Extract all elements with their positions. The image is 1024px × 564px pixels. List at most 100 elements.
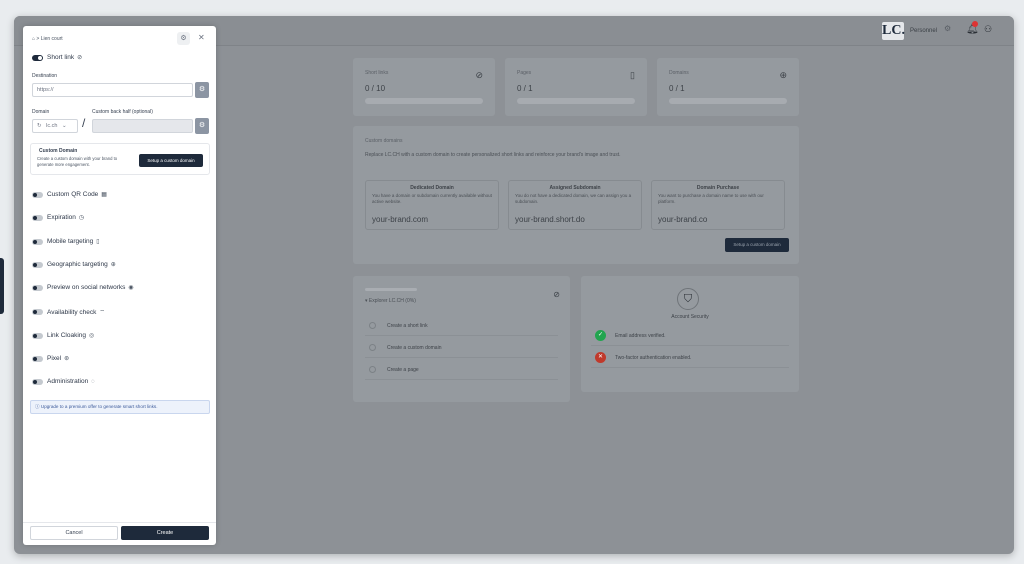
settings-gear-icon[interactable]: ⚙ [177,32,190,45]
mobile-targeting-toggle[interactable] [32,239,43,245]
option-label: Pixel [47,355,62,362]
onboarding-item[interactable]: Create a short link [365,318,558,336]
option-title: Domain Purchase [696,185,740,191]
option-title: Assigned Subdomain [549,185,601,191]
onboarding-card: ▾ Explorer LC.CH (0%) ⊘ Create a short l… [353,276,570,402]
domain-select[interactable]: ↻ lc.ch ⌄ [32,119,78,133]
domain-option-assigned[interactable]: Assigned Subdomain You do not have a ded… [508,180,642,230]
section-title: Custom domains [365,138,403,144]
setup-custom-domain-button[interactable]: Setup a custom domain [139,154,203,167]
link-icon: ⊘ [475,70,483,80]
destination-input[interactable]: https:// [32,83,193,97]
cancel-button[interactable]: Cancel [30,526,118,540]
compass-icon: ⊘ [553,290,560,299]
custom-domain-promo: Custom Domain Create a custom domain wit… [30,143,210,175]
availability-check-toggle[interactable] [32,309,43,315]
stat-value: 0 / 1 [517,84,533,93]
custom-domains-card: Custom domains Replace LC.CH with a cust… [353,126,799,264]
option-link-cloaking: Link Cloaking ◎ [47,332,94,339]
stat-card-pages: Pages 0 / 1 ▯ [505,58,647,116]
preview-social-toggle[interactable] [32,285,43,291]
domain-option-purchase[interactable]: Domain Purchase You want to purchase a d… [651,180,785,230]
section-subtitle: Replace LC.CH with a custom domain to cr… [365,152,621,158]
backhalf-label: Custom back half (optional) [92,109,153,115]
progress-bar [365,98,483,104]
option-text: You do not have a dedicated domain, we c… [515,193,632,204]
workspace-gear-icon[interactable]: ⚙ [944,24,951,33]
backhalf-action-icon[interactable]: ⚙ [195,118,209,134]
onboarding-title[interactable]: ▾ Explorer LC.CH (0%) [365,298,416,304]
onboarding-item[interactable]: Create a page [365,362,558,380]
onboarding-progress [365,288,417,291]
progress-bar [517,98,635,104]
workspace-select[interactable]: Personnel [906,24,964,38]
domain-label: Domain [32,109,50,115]
option-mobile-targeting: Mobile targeting ▯ [47,238,100,245]
notification-badge [972,21,978,27]
globe-icon: ⊕ [110,262,116,268]
upgrade-notice[interactable]: ⓘ Upgrade to a premium offer to generate… [30,400,210,414]
stat-card-short-links: Short links 0 / 10 ⊘ [353,58,495,116]
option-label: Expiration [47,214,76,221]
security-title: Account Security [671,314,709,320]
administration-toggle[interactable] [32,379,43,385]
brand-logo[interactable]: LC. [882,22,905,40]
link-cloaking-toggle[interactable] [32,333,43,339]
stat-label: Short links [365,70,389,76]
option-expiration: Expiration ◷ [47,214,84,221]
left-edge-tab[interactable] [0,258,4,314]
onboarding-item-label: Create a custom domain [387,345,442,351]
onboarding-item-label: Create a short link [387,323,428,329]
progress-bar [669,98,787,104]
stat-label: Pages [517,70,532,76]
option-text: You have a domain or subdomain currently… [372,193,492,204]
stat-value: 0 / 10 [365,84,386,93]
custom-qr-code-toggle[interactable] [32,192,43,198]
create-link-panel: ⌂ > Lien court ⚙ ✕ Short link ⊘ Destinati… [23,26,216,545]
setup-custom-domain-button[interactable]: Setup a custom domain [725,238,789,252]
qr-code-icon: ▦ [101,192,107,198]
geographic-targeting-toggle[interactable] [32,262,43,268]
security-item-text: Email address verified. [615,333,666,339]
clock-icon: ◷ [78,215,85,221]
option-label: Availability check [47,309,97,316]
option-administration: Administration ◌ [47,378,95,385]
option-label: Geographic targeting [47,261,108,268]
option-title: Dedicated Domain [410,185,454,191]
expiration-toggle[interactable] [32,215,43,221]
refresh-icon: ↻ [37,123,42,129]
option-label: Link Cloaking [47,332,87,339]
link-icon: ⊘ [77,55,83,61]
option-label: Administration [47,378,89,385]
close-icon[interactable]: ✕ [198,33,205,42]
destination-label: Destination [32,73,58,79]
stat-label: Domains [669,70,689,76]
onboarding-item[interactable]: Create a custom domain [365,340,558,358]
short-link-toggle[interactable] [32,55,43,61]
user-icon[interactable]: ⚇ [984,24,992,35]
wifi-icon: ⌔ [99,310,106,316]
option-text: You want to purchase a domain name to us… [658,193,764,204]
option-example: your-brand.co [658,215,708,224]
security-item: ✓ Email address verified. [591,326,789,346]
cross-icon: ✕ [595,352,606,363]
domain-option-dedicated[interactable]: Dedicated Domain You have a domain or su… [365,180,499,230]
destination-action-icon[interactable]: ⚙ [195,82,209,98]
option-preview-social: Preview on social networks ◉ [47,284,134,291]
checkbox-circle [369,366,376,373]
breadcrumb[interactable]: ⌂ > Lien court [32,36,63,42]
chevron-down-icon: ⌄ [61,123,67,129]
option-geographic-targeting: Geographic targeting ⊕ [47,261,116,268]
create-button[interactable]: Create [121,526,209,540]
option-label: Mobile targeting [47,238,94,245]
short-link-label: Short link ⊘ [47,54,82,61]
account-security-card: ⛉ Account Security ✓ Email address verif… [581,276,799,392]
checkbox-circle [369,344,376,351]
pixel-toggle[interactable] [32,356,43,362]
eye-icon: ◉ [128,285,134,291]
backhalf-input[interactable] [92,119,193,133]
option-availability-check: Availability check ⌔ [47,308,105,316]
promo-title: Custom Domain [39,148,78,154]
checkbox-circle [369,322,376,329]
promo-text: Create a custom domain with your brand t… [37,156,118,167]
